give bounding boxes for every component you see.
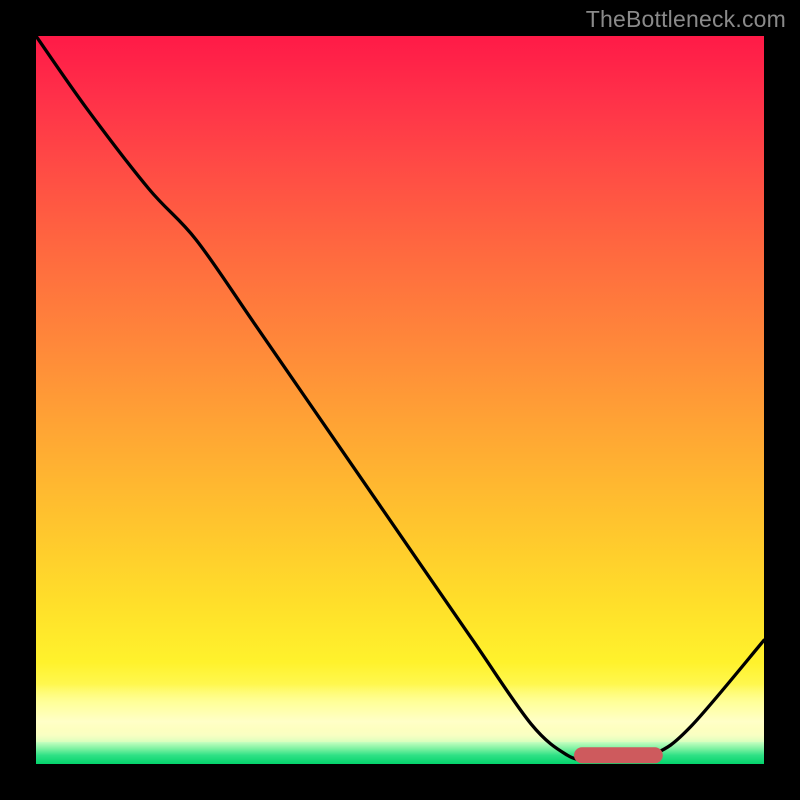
chart-stage: TheBottleneck.com <box>0 0 800 800</box>
plot-area <box>36 36 764 764</box>
curve-path <box>36 36 764 760</box>
watermark-text: TheBottleneck.com <box>586 6 786 33</box>
line-plot <box>36 36 764 764</box>
